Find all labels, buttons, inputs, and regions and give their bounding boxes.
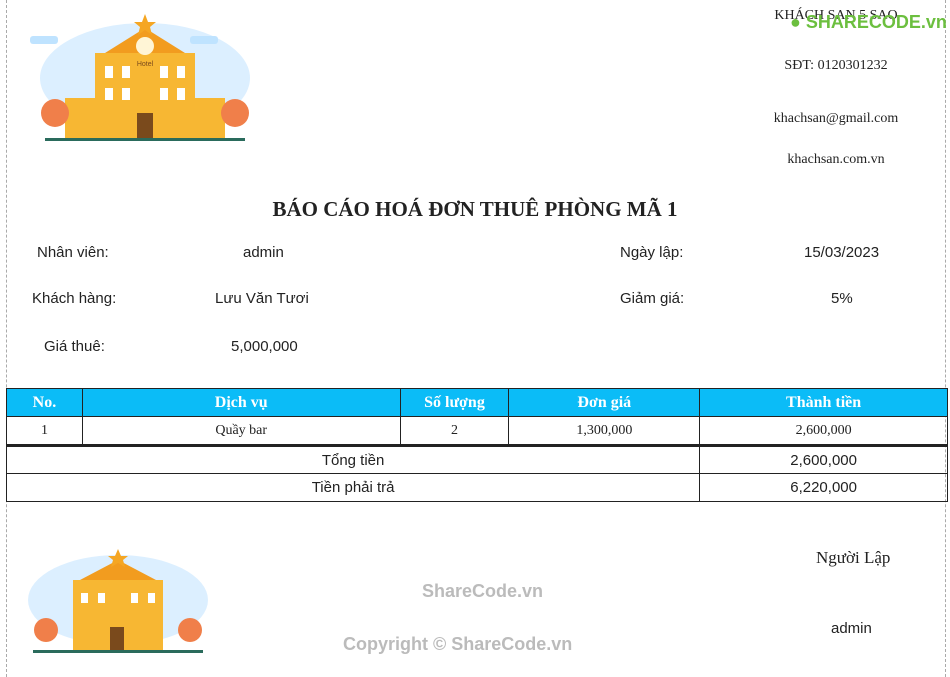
pay-value: 6,220,000 [699,473,948,502]
sharecode-logo-watermark: ● SHARECODE.vn [790,12,947,32]
total-value: 2,600,000 [699,445,948,474]
hotel-email: khachsan@gmail.com [773,111,899,126]
creator-label: Người Lập [816,548,891,567]
col-unit-price: Đơn giá [508,388,701,417]
col-service: Dịch vụ [81,388,401,417]
price-value: 5,000,000 [231,338,298,355]
pay-label: Tiền phải trả [5,473,701,502]
svg-text:Hotel: Hotel [137,61,154,68]
cell-service: Quầy bar [81,416,401,446]
cell-no: 1 [6,416,83,446]
col-no: No. [6,388,83,417]
hotel-illustration-footer [28,549,208,653]
discount-label: Giảm giá: [620,290,685,307]
hotel-website: khachsan.com.vn [787,152,885,167]
copyright-watermark: Copyright © ShareCode.vn [343,634,573,654]
employee-value: admin [243,244,284,261]
services-table: No. Dịch vụ Số lượng Đơn giá Thành tiền … [5,388,948,502]
total-label: Tổng tiền [5,445,701,474]
col-amount: Thành tiền [699,388,948,417]
customer-value: Lưu Văn Tươi [215,290,309,307]
price-label: Giá thuê: [44,338,105,355]
total-row: Tổng tiền 2,600,000 [5,445,948,474]
creator-value: admin [831,620,872,637]
report-title: BÁO CÁO HOÁ ĐƠN THUÊ PHÒNG MÃ 1 [272,197,678,221]
table-row: 1 Quầy bar 2 1,300,000 2,600,000 [6,416,948,446]
date-label: Ngày lập: [620,244,684,261]
col-quantity: Số lượng [399,388,510,417]
employee-label: Nhân viên: [37,244,109,261]
cell-unit-price: 1,300,000 [508,416,701,446]
discount-value: 5% [831,290,853,307]
hotel-illustration: Hotel [30,14,250,141]
date-value: 15/03/2023 [804,244,880,261]
table-header: No. Dịch vụ Số lượng Đơn giá Thành tiền [6,388,948,417]
cell-amount: 2,600,000 [699,416,948,446]
customer-label: Khách hàng: [32,290,117,307]
cell-quantity: 2 [399,416,510,446]
hotel-phone: SĐT: 0120301232 [784,58,888,73]
pay-row: Tiền phải trả 6,220,000 [5,473,948,502]
sharecode-watermark: ShareCode.vn [422,581,544,601]
